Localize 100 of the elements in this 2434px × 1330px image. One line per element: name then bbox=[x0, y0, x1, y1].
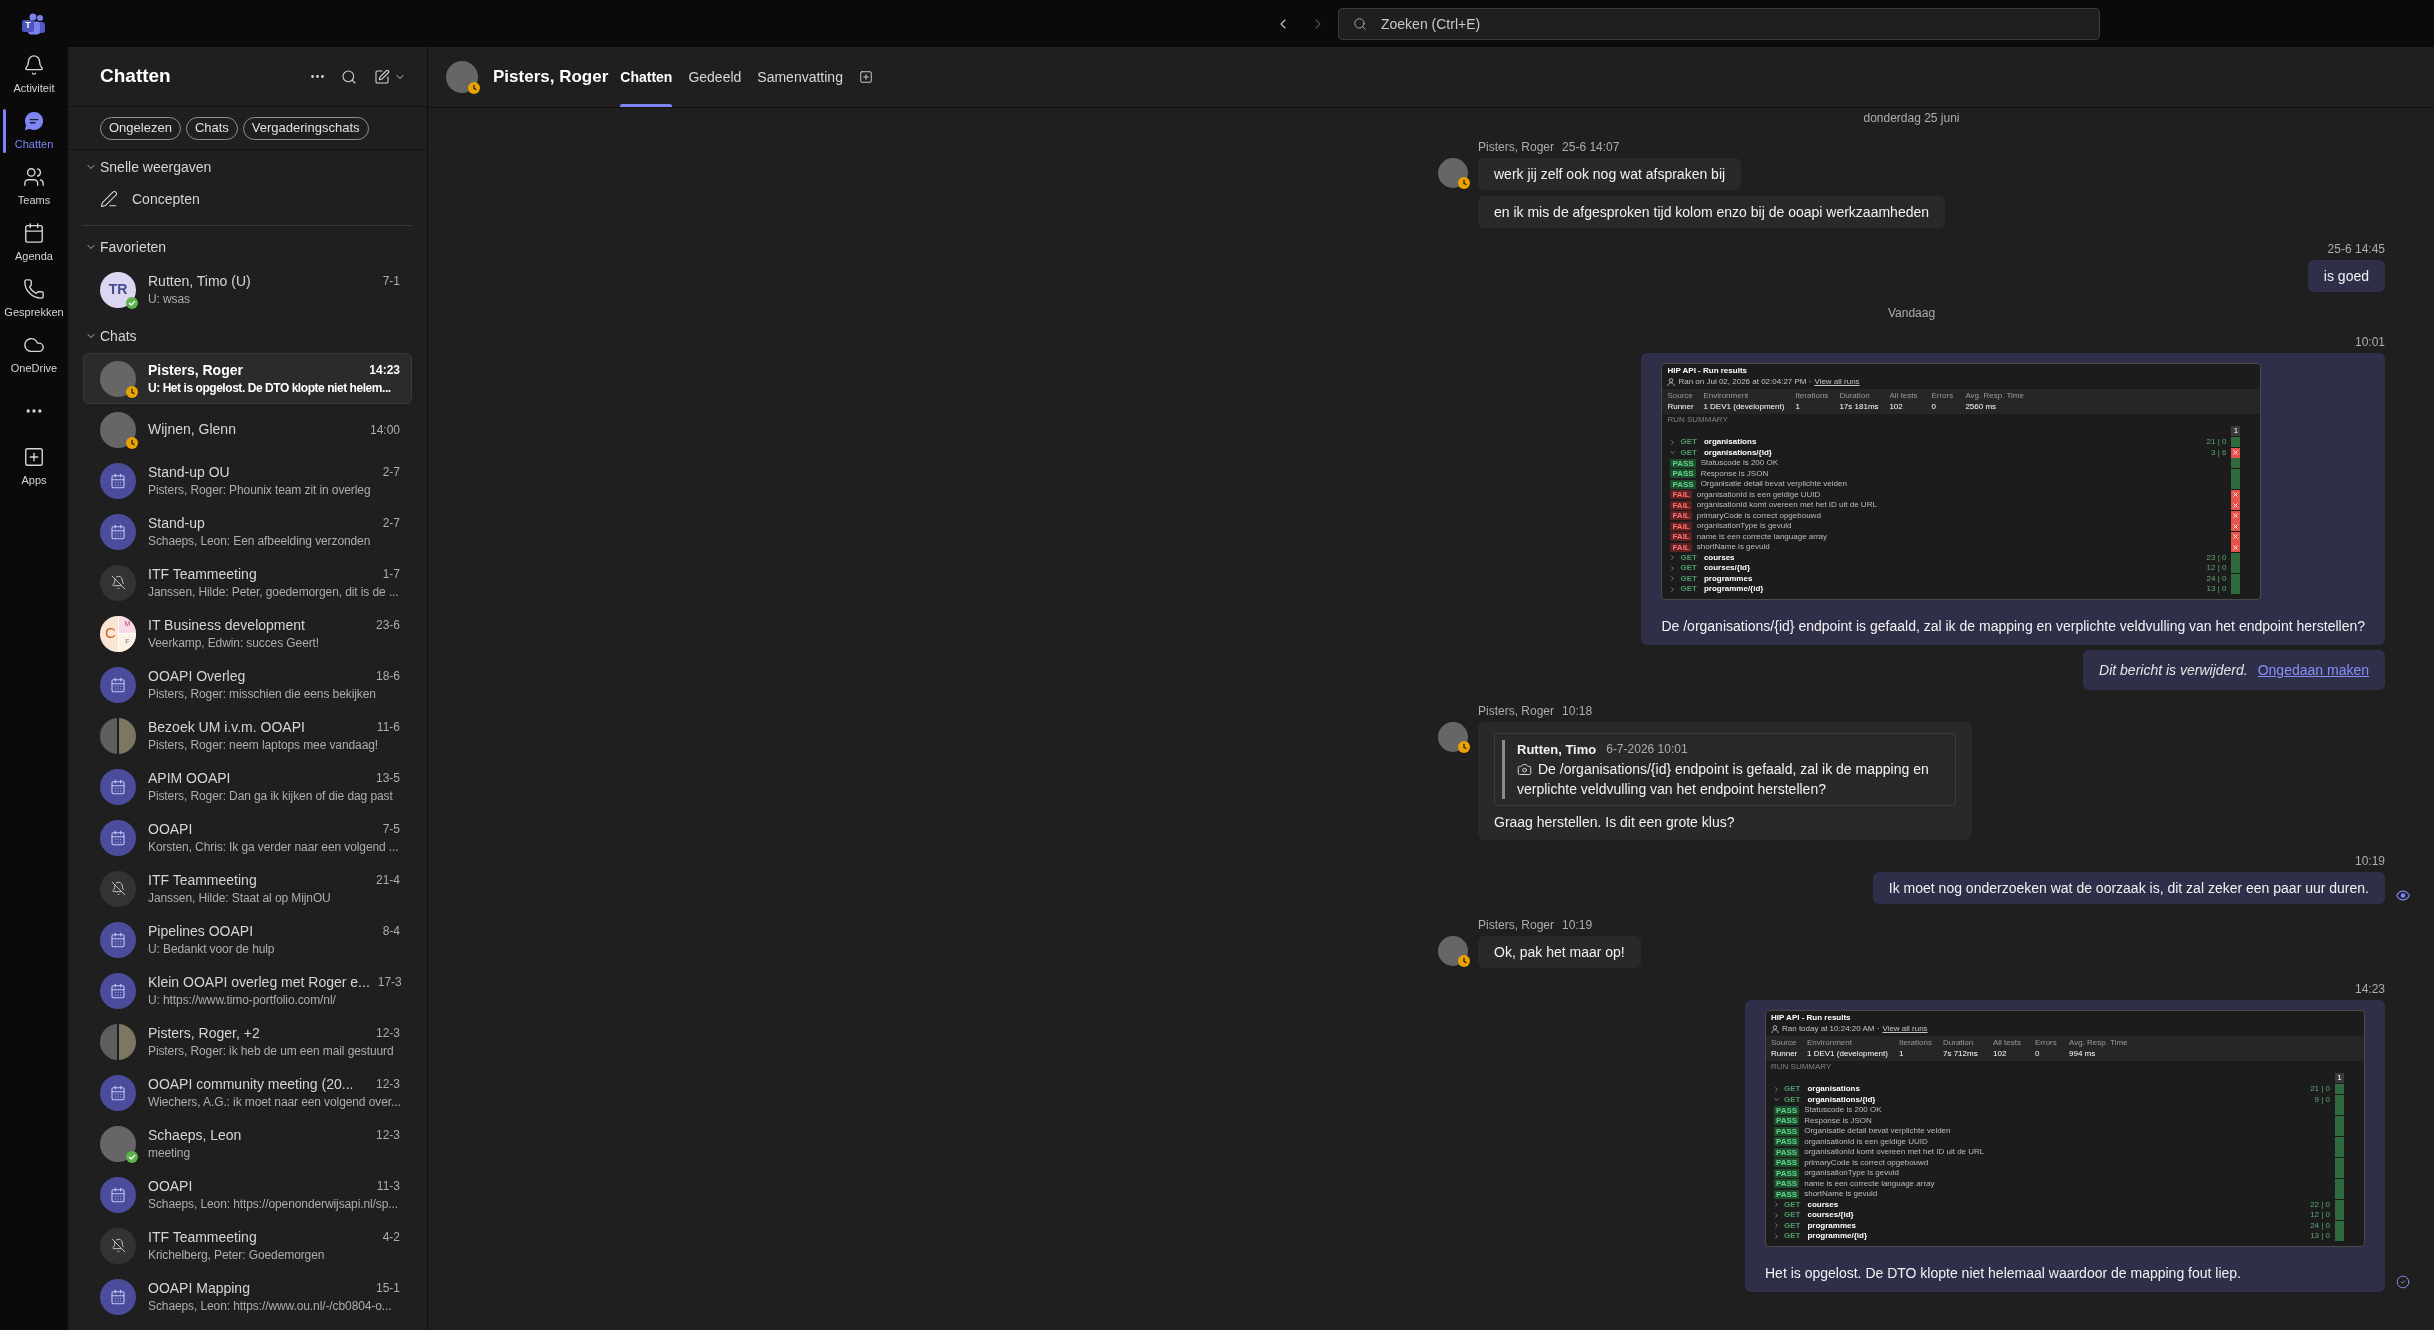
chat-list-item[interactable]: Stand-up 2-7 Schaeps, Leon: Een afbeelding verzonden bbox=[83, 506, 412, 557]
calendar-icon bbox=[110, 472, 126, 489]
stat-value: 102 bbox=[1993, 1049, 2007, 1059]
avatar-placeholder bbox=[1438, 158, 1468, 188]
group-avatar-placeholder bbox=[100, 1023, 136, 1060]
chevron-down-icon[interactable] bbox=[1773, 1096, 1780, 1104]
chat-list-item[interactable]: Pipelines OOAPI 8-4 U: Bedankt voor de hulp bbox=[83, 914, 412, 965]
add-tab-icon[interactable] bbox=[858, 70, 873, 84]
chevron-right-icon[interactable] bbox=[1773, 1201, 1780, 1209]
chat-list-item[interactable]: TR Rutten, Timo (U) 7-1 U: wsas bbox=[83, 264, 412, 315]
chat-list-item[interactable]: OOAPI Overleg 18-6 Pisters, Roger: misschien die eens bekijken bbox=[83, 659, 412, 710]
chat-list-item[interactable]: Bezoek UM i.v.m. OOAPI 11-6 Pisters, Roger: neem laptops mee vandaag! bbox=[83, 710, 412, 761]
view-runs-link[interactable]: View all runs bbox=[1814, 377, 1860, 387]
chat-preview: Schaeps, Leon: https://www.ou.nl/-/cb0804-o... bbox=[148, 1297, 392, 1315]
person-icon bbox=[1771, 1025, 1779, 1033]
search-field[interactable]: Zoeken (Ctrl+E) bbox=[1338, 7, 2100, 40]
request-name: organisations bbox=[1807, 1084, 1860, 1095]
stat-label: Source bbox=[1667, 391, 1693, 401]
tab[interactable]: Gedeeld bbox=[688, 47, 742, 107]
search-icon[interactable] bbox=[341, 68, 357, 85]
chat-list-item[interactable]: Pisters, Roger 14:23 U: Het is opgelost. De DTO klopte niet helem... bbox=[83, 353, 412, 404]
tab[interactable]: Samenvatting bbox=[757, 47, 843, 107]
chevron-right-icon[interactable] bbox=[1669, 554, 1677, 562]
quoted-text: De /organisations/{id} endpoint is gefaald, zal ik de mapping en verplichte veldvulling van het endpoint herstellen? bbox=[1517, 761, 1929, 797]
section-header[interactable]: Chats bbox=[68, 326, 143, 346]
section-header[interactable]: Favorieten bbox=[68, 237, 173, 257]
test-name: name is een correcte language array bbox=[1804, 1178, 1935, 1189]
chevron-right-icon[interactable] bbox=[1773, 1085, 1780, 1093]
message-text: De /organisations/{id} endpoint is gefaald, zal ik de mapping en verplichte veldvulling van het endpoint herstellen? bbox=[1661, 616, 2365, 636]
chat-time: 13-5 bbox=[375, 770, 400, 787]
quoted-message[interactable]: Rutten, Timo 6-7-2026 10:01 De /organisations/{id} endpoint is gefaald, zal ik de mapping en verplichte veldvulling van het endpoint herstellen? bbox=[1494, 732, 1956, 806]
stat-label: Iterations bbox=[1899, 1038, 1932, 1048]
chevron-right-icon[interactable] bbox=[1669, 564, 1677, 572]
chat-name: Pisters, Roger, +2 bbox=[148, 1023, 260, 1043]
chat-list-item[interactable]: ITF Teammeeting 21-4 Janssen, Hilde: Staat al op MijnOU bbox=[83, 863, 412, 914]
request-name: programme/{id} bbox=[1703, 584, 1764, 595]
tab[interactable]: Chatten bbox=[620, 47, 673, 107]
calendar-icon bbox=[110, 676, 126, 693]
view-runs-link[interactable]: View all runs bbox=[1882, 1024, 1928, 1034]
chat-list-item[interactable]: ITF Teammeeting 1-7 Janssen, Hilde: Peter, goedemorgen, dit is de ... bbox=[83, 557, 412, 608]
method-label: GET bbox=[1680, 437, 1697, 448]
chat-list-item[interactable]: OOAPI 7-5 Korsten, Chris: Ik ga verder naar een volgend ... bbox=[83, 812, 412, 863]
request-name: organisations/{id} bbox=[1703, 447, 1772, 458]
chat-list-item[interactable]: OOAPI 11-3 Schaeps, Leon: https://openonderwijsapi.nl/sp... bbox=[83, 1169, 412, 1220]
section-header[interactable]: Snelle weergaven bbox=[68, 157, 218, 177]
chat-name: ITF Teammeeting bbox=[148, 1227, 257, 1247]
chat-time: 8-4 bbox=[382, 923, 400, 940]
stat-value: 7s 712ms bbox=[1943, 1049, 1978, 1059]
test-counts: 13 | 0 bbox=[2310, 1231, 2330, 1242]
quick-view-item[interactable]: Concepten bbox=[68, 184, 210, 214]
chat-list-item[interactable]: APIM OOAPI 13-5 Pisters, Roger: Dan ga ik kijken of die dag past bbox=[83, 761, 412, 812]
date-separator: Vandaag bbox=[1887, 305, 1936, 322]
chat-name: Stand-up OU bbox=[148, 462, 230, 482]
rail-item[interactable]: Agenda bbox=[0, 215, 68, 271]
chat-preview: U: wsas bbox=[148, 290, 190, 308]
chat-list-item[interactable]: ITF Teammeeting 4-2 Krichelberg, Peter: Goedemorgen bbox=[83, 1220, 412, 1271]
message-time: 10:01 bbox=[2354, 334, 2385, 350]
chat-name: OOAPI bbox=[148, 1176, 193, 1196]
chat-name: ITF Teammeeting bbox=[148, 870, 257, 890]
chat-time: 11-3 bbox=[376, 1178, 400, 1195]
request-name: programmes bbox=[1703, 573, 1753, 584]
stat-label: Environment bbox=[1807, 1038, 1852, 1048]
rail-item[interactable]: OneDrive bbox=[0, 327, 68, 383]
phone-icon bbox=[23, 277, 45, 300]
status-badge: PASS bbox=[1774, 1189, 1800, 1199]
chevron-right-icon[interactable] bbox=[1669, 438, 1677, 446]
chevron-right-icon[interactable] bbox=[1773, 1232, 1780, 1240]
chat-list-item[interactable]: Pisters, Roger, +2 12-3 Pisters, Roger: ik heb de um een mail gestuurd bbox=[83, 1016, 412, 1067]
chevron-right-icon[interactable] bbox=[1773, 1211, 1780, 1219]
rail-item[interactable]: Chatten bbox=[0, 103, 68, 159]
status-badge: PASS bbox=[1774, 1137, 1800, 1147]
compose-icon[interactable] bbox=[374, 68, 390, 85]
chat-list-item[interactable]: OOAPI community meeting (20... 12-3 Wiechers, A.G.: ik moet naar een volgend over... bbox=[83, 1067, 412, 1118]
chevron-down-icon[interactable] bbox=[1669, 449, 1677, 457]
rail-item[interactable]: Apps bbox=[0, 439, 68, 495]
chat-list-item[interactable]: Wijnen, Glenn 14:00 bbox=[83, 404, 412, 455]
chat-name: Schaeps, Leon bbox=[148, 1125, 242, 1145]
sender-name: Pisters, Roger bbox=[1478, 139, 1555, 156]
stat-label: Avg. Resp. Time bbox=[2069, 1038, 2128, 1048]
status-badge: FAIL bbox=[1670, 511, 1692, 521]
chevron-right-icon[interactable] bbox=[1669, 575, 1677, 583]
calendar-icon bbox=[110, 778, 126, 795]
test-counts: 12 | 0 bbox=[2206, 563, 2227, 574]
chat-list-item[interactable]: OOAPI Mapping 15-1 Schaeps, Leon: https://www.ou.nl/-/cb0804-o... bbox=[83, 1271, 412, 1322]
rail-item[interactable]: Gesprekken bbox=[0, 271, 68, 327]
chat-message: is goed bbox=[2307, 260, 2385, 292]
rail-item[interactable]: Teams bbox=[0, 159, 68, 215]
undo-link[interactable]: Ongedaan maken bbox=[2257, 659, 2369, 680]
chat-list-item[interactable]: Klein OOAPI overleg met Roger e... 17-3 U: https://www.timo-portfolio.com/nl/ bbox=[83, 965, 412, 1016]
chat-list-item[interactable]: Stand-up OU 2-7 Pisters, Roger: Phounix team zit in overleg bbox=[83, 455, 412, 506]
request-name: courses bbox=[1703, 552, 1735, 563]
chat-list-item[interactable]: Schaeps, Leon 12-3 meeting bbox=[83, 1118, 412, 1169]
app-logo: T bbox=[22, 12, 46, 35]
method-label: GET bbox=[1680, 447, 1697, 458]
chevron-right-icon[interactable] bbox=[1669, 585, 1677, 593]
test-counts: 22 | 0 bbox=[2310, 1199, 2330, 1210]
rail-item[interactable]: Activiteit bbox=[0, 47, 68, 103]
chevron-right-icon[interactable] bbox=[1773, 1222, 1780, 1230]
chat-time: 23-6 bbox=[375, 617, 400, 634]
chat-preview: Janssen, Hilde: Peter, goedemorgen, dit is de ... bbox=[148, 583, 399, 601]
